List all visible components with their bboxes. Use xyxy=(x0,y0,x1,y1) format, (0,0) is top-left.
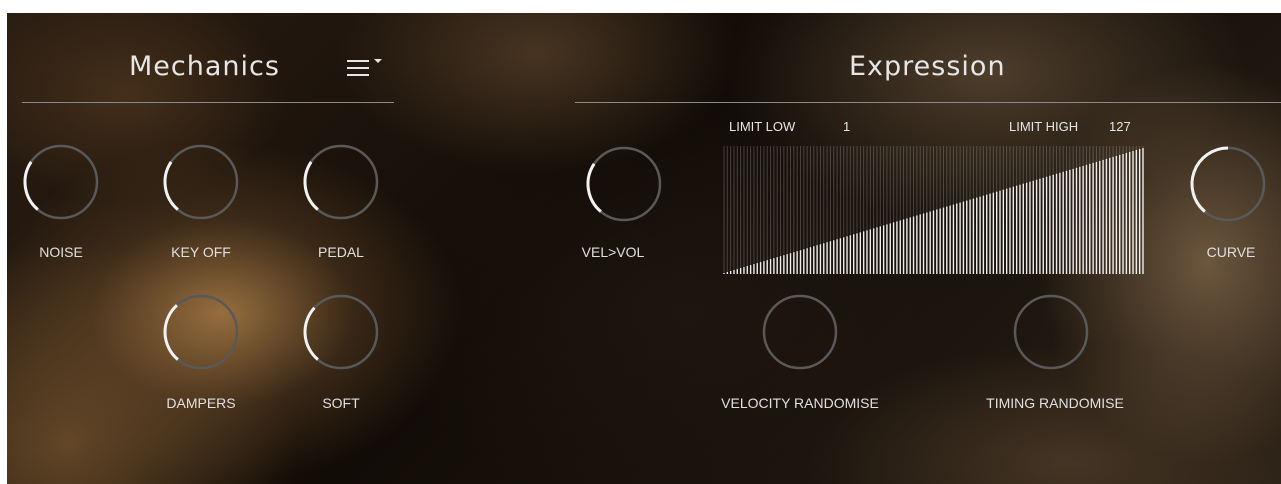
knob-vel-vol[interactable] xyxy=(584,144,664,224)
knob-dial xyxy=(303,294,379,370)
knob-dial xyxy=(163,294,239,370)
knob-timing-randomise[interactable] xyxy=(1011,292,1091,372)
knob-key-off[interactable] xyxy=(161,142,241,222)
knob-value-arc xyxy=(23,161,39,211)
limit-high-value[interactable]: 127 xyxy=(1109,119,1131,134)
knob-value-arc xyxy=(1190,146,1229,213)
knob-noise-label: NOISE xyxy=(39,244,83,260)
knob-value-arc xyxy=(163,161,179,211)
knob-value-arc xyxy=(303,306,319,361)
knob-pedal[interactable] xyxy=(301,142,381,222)
knob-noise[interactable] xyxy=(21,142,101,222)
knob-vel-vol-label: VEL>VOL xyxy=(581,244,645,260)
mechanics-title: Mechanics xyxy=(129,51,280,82)
limit-low-label: LIMIT LOW xyxy=(729,119,796,134)
knob-timing-randomise-label: TIMING RANDOMISE xyxy=(986,395,1124,411)
knob-ring xyxy=(1013,294,1089,370)
knob-curve[interactable] xyxy=(1188,144,1268,224)
knob-value-arc xyxy=(586,163,602,213)
limit-high-label: LIMIT HIGH xyxy=(1009,119,1079,134)
knob-pedal-label: PEDAL xyxy=(318,244,364,260)
velocity-curve-graph[interactable] xyxy=(723,146,1144,274)
instrument-panel: Mechanics NOISE KEY OFF PEDAL DAMPERS SO… xyxy=(7,13,1281,484)
expression-title: Expression xyxy=(849,51,1006,82)
knob-value-arc xyxy=(303,161,319,211)
knob-dial xyxy=(23,144,99,220)
knob-soft-label: SOFT xyxy=(322,395,360,411)
knob-ring xyxy=(762,294,838,370)
knob-value-arc xyxy=(163,304,179,361)
expression-divider xyxy=(575,102,1281,103)
knob-dial xyxy=(762,294,838,370)
menu-dropdown-icon[interactable] xyxy=(347,56,387,80)
knob-velocity-randomise[interactable] xyxy=(760,292,840,372)
knob-soft[interactable] xyxy=(301,292,381,372)
knob-dampers[interactable] xyxy=(161,292,241,372)
knob-dampers-label: DAMPERS xyxy=(166,395,236,411)
knob-key-off-label: KEY OFF xyxy=(171,244,231,260)
knob-dial xyxy=(586,146,662,222)
knob-curve-label: CURVE xyxy=(1206,244,1256,260)
knob-dial xyxy=(163,144,239,220)
knob-dial xyxy=(1013,294,1089,370)
knob-velocity-randomise-label: VELOCITY RANDOMISE xyxy=(721,395,879,411)
knob-dial xyxy=(1190,146,1266,222)
mechanics-divider xyxy=(22,102,394,103)
knob-dial xyxy=(303,144,379,220)
limit-low-value[interactable]: 1 xyxy=(843,119,850,134)
